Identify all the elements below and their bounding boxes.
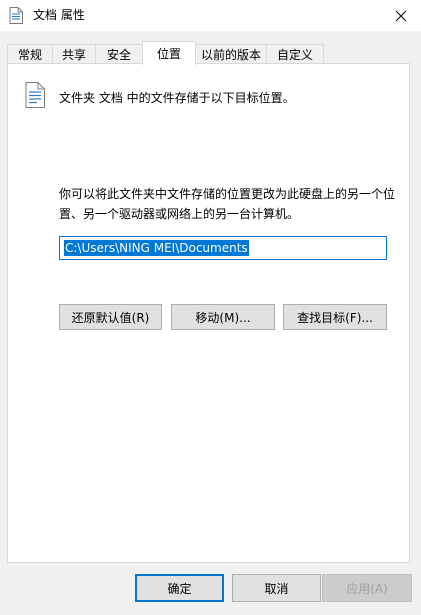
dialog-body: 常规 共享 安全 位置 以前的版本 自定义 文件夹 文档 中的文件存储于以下目标… [0,31,421,615]
tab-strip: 常规 共享 安全 位置 以前的版本 自定义 [7,41,324,65]
move-button[interactable]: 移动(M)... [171,304,275,330]
title-bar[interactable]: 文档 属性 [0,0,421,31]
tab-sharing[interactable]: 共享 [52,44,96,64]
location-description: 文件夹 文档 中的文件存储于以下目标位置。 [59,91,295,105]
apply-button[interactable]: 应用(A) [322,574,412,602]
document-icon [9,7,23,24]
location-info-text: 你可以将此文件夹中文件存储的位置更改为此硬盘上的另一个位置、另一个驱动器或网络上… [59,187,396,221]
window-title: 文档 属性 [33,8,85,22]
path-input[interactable]: C:\Users\NING MEI\Documents [59,236,387,260]
find-target-button[interactable]: 查找目标(F)... [283,304,387,330]
restore-default-button[interactable]: 还原默认值(R) [59,304,162,330]
location-panel: 文件夹 文档 中的文件存储于以下目标位置。 你可以将此文件夹中文件存储的位置更改… [7,63,410,563]
ok-button[interactable]: 确定 [135,574,224,602]
tab-general[interactable]: 常规 [7,44,53,64]
cancel-button[interactable]: 取消 [232,574,321,602]
path-input-value: C:\Users\NING MEI\Documents [64,240,249,256]
tab-location[interactable]: 位置 [142,41,196,65]
tab-previous-versions[interactable]: 以前的版本 [195,44,267,64]
document-folder-icon [25,82,45,108]
tab-security[interactable]: 安全 [95,44,143,64]
tab-customize[interactable]: 自定义 [266,44,324,64]
close-button[interactable] [381,0,421,31]
close-icon [395,10,407,21]
